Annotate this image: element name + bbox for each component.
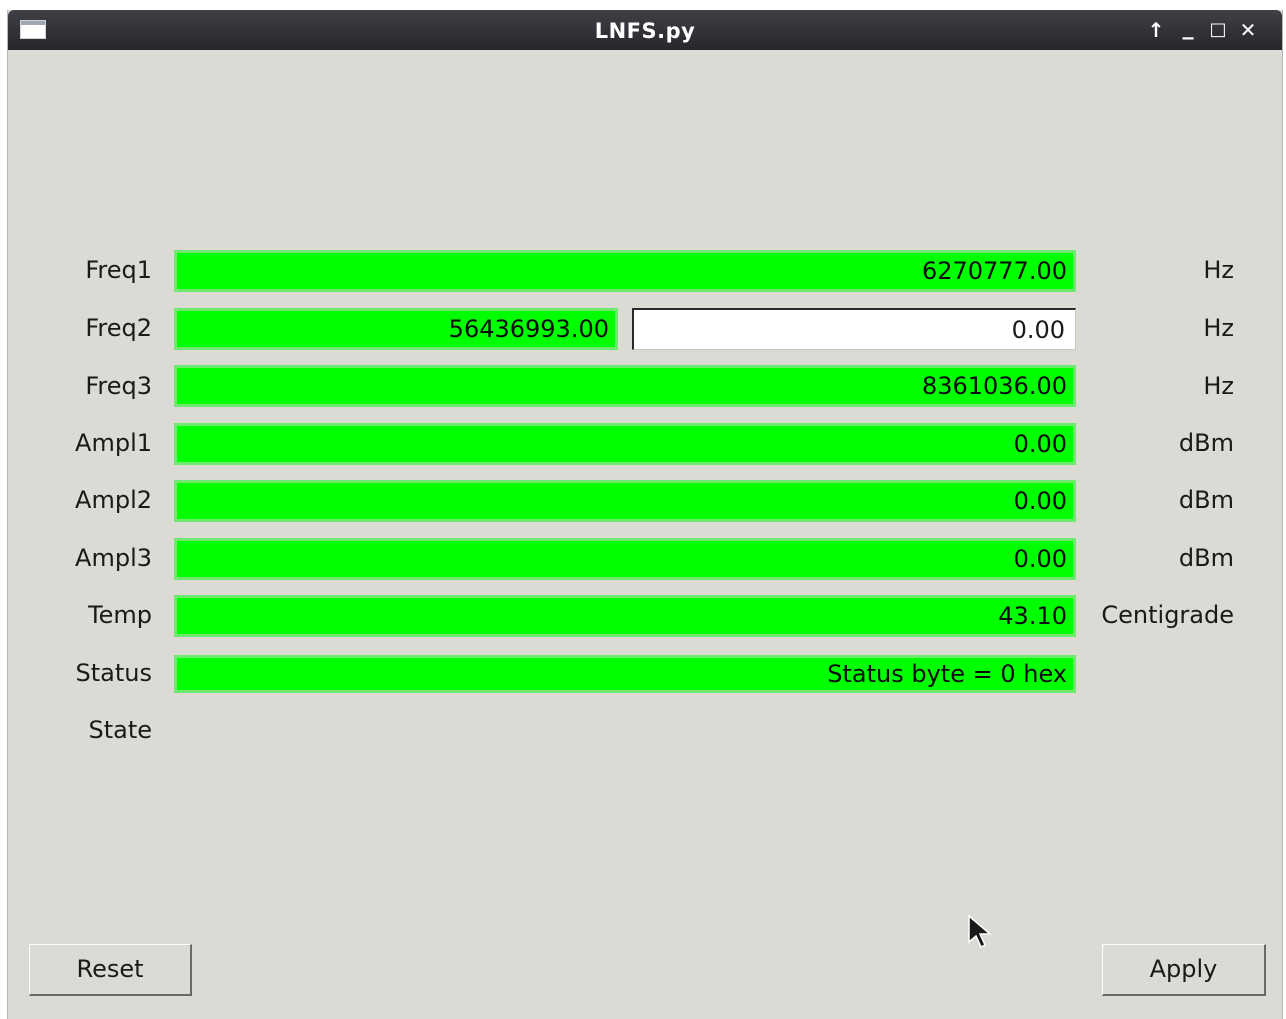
ampl3-value: 0.00: [174, 538, 1076, 580]
title-bar[interactable]: LNFS.py ↑ ▁ □ ✕: [8, 10, 1282, 50]
app-window: LNFS.py ↑ ▁ □ ✕ Freq1 6270777.00 Hz Freq…: [7, 10, 1283, 1019]
freq3-label: Freq3: [85, 372, 152, 400]
raise-window-icon[interactable]: ↑: [1144, 17, 1168, 43]
temp-label: Temp: [88, 601, 152, 629]
status-label: Status: [75, 659, 152, 687]
apply-button[interactable]: Apply: [1102, 944, 1266, 996]
status-value: Status byte = 0 hex: [174, 655, 1076, 693]
ampl1-value: 0.00: [174, 423, 1076, 465]
close-icon[interactable]: ✕: [1236, 17, 1260, 43]
ampl2-label: Ampl2: [75, 486, 152, 514]
ampl2-value: 0.00: [174, 480, 1076, 522]
reset-button[interactable]: Reset: [29, 944, 192, 996]
freq2-label: Freq2: [85, 314, 152, 342]
state-label: State: [88, 716, 152, 744]
window-title: LNFS.py: [594, 19, 696, 43]
freq1-unit: Hz: [1203, 256, 1234, 284]
mouse-pointer-icon: [968, 914, 993, 949]
maximize-icon[interactable]: □: [1206, 17, 1230, 43]
freq1-label: Freq1: [85, 256, 152, 284]
freq2-setpoint-input[interactable]: [632, 308, 1076, 350]
freq3-unit: Hz: [1203, 372, 1234, 400]
ampl3-unit: dBm: [1178, 544, 1234, 572]
ampl1-unit: dBm: [1178, 429, 1234, 457]
temp-value: 43.10: [174, 595, 1076, 637]
freq3-value: 8361036.00: [174, 365, 1076, 407]
freq1-value: 6270777.00: [174, 250, 1076, 292]
minimize-icon[interactable]: ▁: [1176, 17, 1200, 43]
temp-unit: Centigrade: [1101, 601, 1234, 629]
ampl3-label: Ampl3: [75, 544, 152, 572]
freq2-unit: Hz: [1203, 314, 1234, 342]
freq2-value: 56436993.00: [174, 308, 618, 350]
ampl1-label: Ampl1: [75, 429, 152, 457]
ampl2-unit: dBm: [1178, 486, 1234, 514]
